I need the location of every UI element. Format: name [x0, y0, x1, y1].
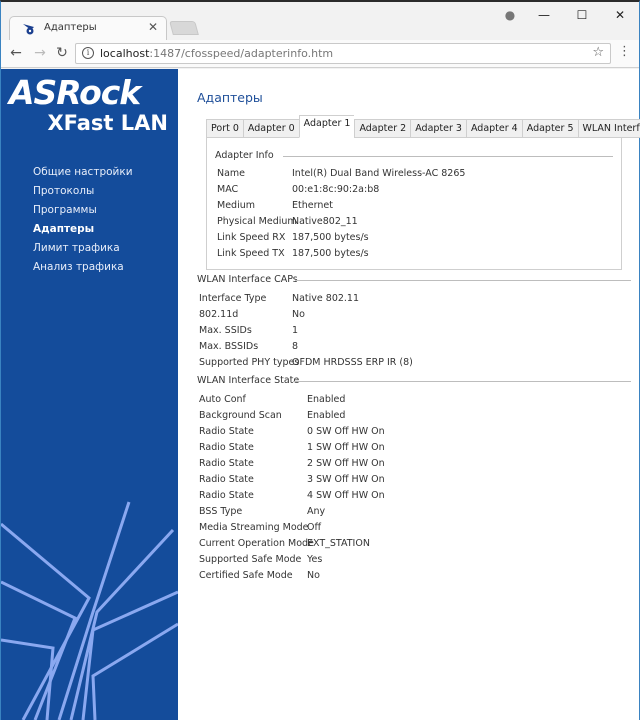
state-row: Auto Conf Enabled	[199, 394, 346, 405]
page: ASRock XFast LAN Общие настройки Протоко…	[1, 69, 640, 720]
info-row: Link Speed RX 187,500 bytes/s	[217, 232, 369, 243]
url-host: localhost	[100, 47, 150, 60]
tab-strip: Адаптеры ✕ ● — ☐ ✕	[1, 2, 639, 40]
tab-adapter-1[interactable]: Adapter 1	[298, 115, 355, 138]
sidebar-item-traffic-analysis[interactable]: Анализ трафика	[33, 258, 133, 277]
address-bar[interactable]: i localhost:1487/cfosspeed/adapterinfo.h…	[75, 43, 611, 64]
sidebar-item-programs[interactable]: Программы	[33, 201, 133, 220]
sidebar: ASRock XFast LAN Общие настройки Протоко…	[1, 69, 178, 720]
info-row: Link Speed TX 187,500 bytes/s	[217, 248, 369, 259]
state-row: Radio State 2 SW Off HW On	[199, 458, 385, 469]
caps-row: Interface Type Native 802.11	[199, 293, 360, 304]
state-row: Certified Safe Mode No	[199, 570, 320, 581]
sidebar-item-traffic-limit[interactable]: Лимит трафика	[33, 239, 133, 258]
state-row: Current Operation Mode EXT_STATION	[199, 538, 370, 549]
page-title: Адаптеры	[197, 90, 263, 105]
close-window-button[interactable]: ✕	[601, 8, 639, 22]
wlan-caps-heading: WLAN Interface CAPs	[197, 274, 298, 285]
state-row: Radio State 0 SW Off HW On	[199, 426, 385, 437]
sidebar-item-adapters[interactable]: Адаптеры	[33, 220, 133, 239]
minimize-button[interactable]: —	[525, 8, 563, 22]
new-tab-button[interactable]	[169, 21, 199, 35]
decorative-lines-graphic	[1, 501, 178, 720]
logo-brand: ASRock	[9, 73, 141, 112]
logo-product: XFast LAN	[47, 111, 168, 135]
caps-row: Max. SSIDs 1	[199, 325, 299, 336]
sidebar-item-general-settings[interactable]: Общие настройки	[33, 163, 133, 182]
tab-adapter-5[interactable]: Adapter 5	[521, 119, 578, 138]
close-tab-icon[interactable]: ✕	[148, 20, 158, 34]
caps-row: Supported PHY types OFDM HRDSSS ERP IR (8…	[199, 357, 413, 368]
info-row: Physical Medium Native802_11	[217, 216, 358, 227]
state-row: Radio State 1 SW Off HW On	[199, 442, 385, 453]
url-path: :1487/cfosspeed/adapterinfo.htm	[149, 47, 334, 60]
browser-menu-icon[interactable]: ⋮	[618, 45, 631, 59]
state-row: Supported Safe Mode Yes	[199, 554, 323, 565]
adapter-tab-panel: Adapter Info Name Intel(R) Dual Band Wire…	[206, 137, 622, 270]
info-row: Medium Ethernet	[217, 200, 333, 211]
caps-row: 802.11d No	[199, 309, 305, 320]
browser-tab-title: Адаптеры	[44, 22, 97, 33]
cfosspeed-favicon-icon	[23, 24, 34, 35]
asrock-logo: ASRock XFast LAN	[9, 73, 174, 136]
adapter-info-heading: Adapter Info	[215, 150, 274, 161]
wlan-state-heading: WLAN Interface State	[197, 375, 300, 386]
info-icon[interactable]: i	[82, 47, 94, 59]
window-controls: ● — ☐ ✕	[495, 2, 639, 28]
state-row: Background Scan Enabled	[199, 410, 346, 421]
wlan-caps-divider	[295, 280, 631, 281]
maximize-button[interactable]: ☐	[563, 8, 601, 22]
browser-toolbar: ← → ↻ i localhost:1487/cfosspeed/adapter…	[1, 40, 639, 68]
back-arrow-icon[interactable]: ←	[7, 44, 25, 62]
tab-port-0[interactable]: Port 0	[206, 119, 243, 138]
browser-window: Адаптеры ✕ ● — ☐ ✕ ← → ↻ i localhost:148…	[0, 0, 640, 720]
adapter-info-table: Name Intel(R) Dual Band Wireless-AC 8265 …	[217, 166, 465, 262]
tab-adapter-3[interactable]: Adapter 3	[410, 119, 466, 138]
sidebar-nav: Общие настройки Протоколы Программы Адап…	[33, 163, 133, 277]
wlan-state-divider	[293, 381, 631, 382]
tab-adapter-0[interactable]: Adapter 0	[242, 119, 299, 138]
state-row: Radio State 4 SW Off HW On	[199, 490, 385, 501]
profile-icon[interactable]: ●	[495, 8, 525, 22]
browser-tab-adapters[interactable]: Адаптеры ✕	[9, 16, 167, 40]
sidebar-item-protocols[interactable]: Протоколы	[33, 182, 133, 201]
state-row: BSS Type Any	[199, 506, 326, 517]
adapter-tabs: Port 0 Adapter 0 Adapter 1 Adapter 2 Ada…	[206, 115, 640, 138]
tab-wlan-interface-0[interactable]: WLAN Interface 0	[577, 119, 640, 138]
tab-adapter-2[interactable]: Adapter 2	[354, 119, 411, 138]
info-row: Name Intel(R) Dual Band Wireless-AC 8265	[217, 168, 466, 179]
adapter-info-divider	[283, 156, 613, 157]
reload-icon[interactable]: ↻	[53, 44, 71, 62]
forward-arrow-icon[interactable]: →	[31, 44, 49, 62]
caps-row: Max. BSSIDs 8	[199, 341, 299, 352]
wlan-state-table: Auto Conf Enabled Background Scan Enabled …	[199, 392, 385, 584]
state-row: Media Streaming Mode Off	[199, 522, 322, 533]
tab-adapter-4[interactable]: Adapter 4	[465, 119, 522, 138]
wlan-caps-table: Interface Type Native 802.11 802.11d No Ma…	[199, 291, 413, 371]
info-row: MAC 00:e1:8c:90:2a:b8	[217, 184, 380, 195]
url-text[interactable]: localhost:1487/cfosspeed/adapterinfo.htm	[100, 47, 333, 60]
state-row: Radio State 3 SW Off HW On	[199, 474, 385, 485]
bookmark-star-icon[interactable]: ☆	[592, 45, 604, 60]
